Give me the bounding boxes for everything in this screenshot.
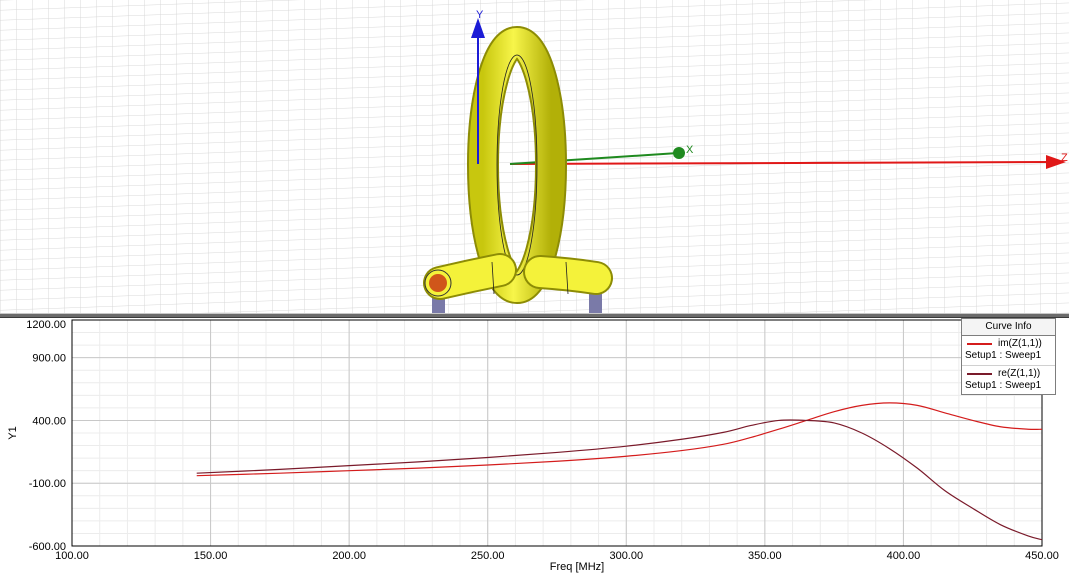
3d-scene[interactable]: Z X Y bbox=[0, 0, 1069, 313]
chart-svg[interactable]: 100.00 150.00 200.00 250.00 300.00 350.00 400.… bbox=[0, 318, 1069, 581]
x-tick-label: 250.00 bbox=[471, 550, 505, 562]
y-tick-label: 900.00 bbox=[32, 353, 66, 365]
x-tick-label: 450.00 bbox=[1025, 550, 1059, 562]
y-tick-label: -600.00 bbox=[29, 541, 66, 553]
right-post bbox=[589, 292, 602, 313]
series-line-1 bbox=[196, 419, 1043, 541]
x-tick-label: 150.00 bbox=[194, 550, 228, 562]
y-axis-label: Y bbox=[476, 9, 484, 21]
x-axis-title: Freq [MHz] bbox=[550, 561, 604, 573]
3d-modeler-viewport[interactable]: Z X Y bbox=[0, 0, 1069, 313]
report-plot[interactable]: 100.00 150.00 200.00 250.00 300.00 350.00 400.… bbox=[0, 318, 1069, 581]
x-axis-endpoint bbox=[673, 147, 685, 159]
y-tick-label: 400.00 bbox=[32, 415, 66, 427]
legend-entry[interactable]: re(Z(1,1)) Setup1 : Sweep1 bbox=[962, 365, 1055, 394]
x-axis-label: X bbox=[686, 144, 694, 156]
legend-entry[interactable]: im(Z(1,1)) Setup1 : Sweep1 bbox=[962, 336, 1055, 365]
curve-info-legend[interactable]: Curve Info im(Z(1,1)) Setup1 : Sweep1 re… bbox=[961, 318, 1056, 395]
legend-label-im: im(Z(1,1)) bbox=[998, 338, 1042, 349]
y-tick-label: 1200.00 bbox=[26, 319, 66, 331]
x-tick-label: 400.00 bbox=[887, 550, 921, 562]
series-line-0 bbox=[196, 402, 1043, 477]
legend-setup-re: Setup1 : Sweep1 bbox=[965, 380, 1042, 391]
x-tick-label: 200.00 bbox=[332, 550, 366, 562]
legend-label-re: re(Z(1,1)) bbox=[998, 368, 1041, 379]
legend-title: Curve Info bbox=[962, 319, 1055, 336]
legend-swatch-im bbox=[967, 343, 992, 345]
y-tick-label: -100.00 bbox=[29, 478, 66, 490]
y-axis-title: Y1 bbox=[7, 426, 19, 439]
x-tick-label: 300.00 bbox=[609, 550, 643, 562]
z-axis-label: Z bbox=[1061, 152, 1068, 164]
x-tick-label: 350.00 bbox=[748, 550, 782, 562]
legend-setup-im: Setup1 : Sweep1 bbox=[965, 350, 1042, 361]
port-face[interactable] bbox=[429, 274, 447, 292]
legend-swatch-re bbox=[967, 373, 992, 375]
